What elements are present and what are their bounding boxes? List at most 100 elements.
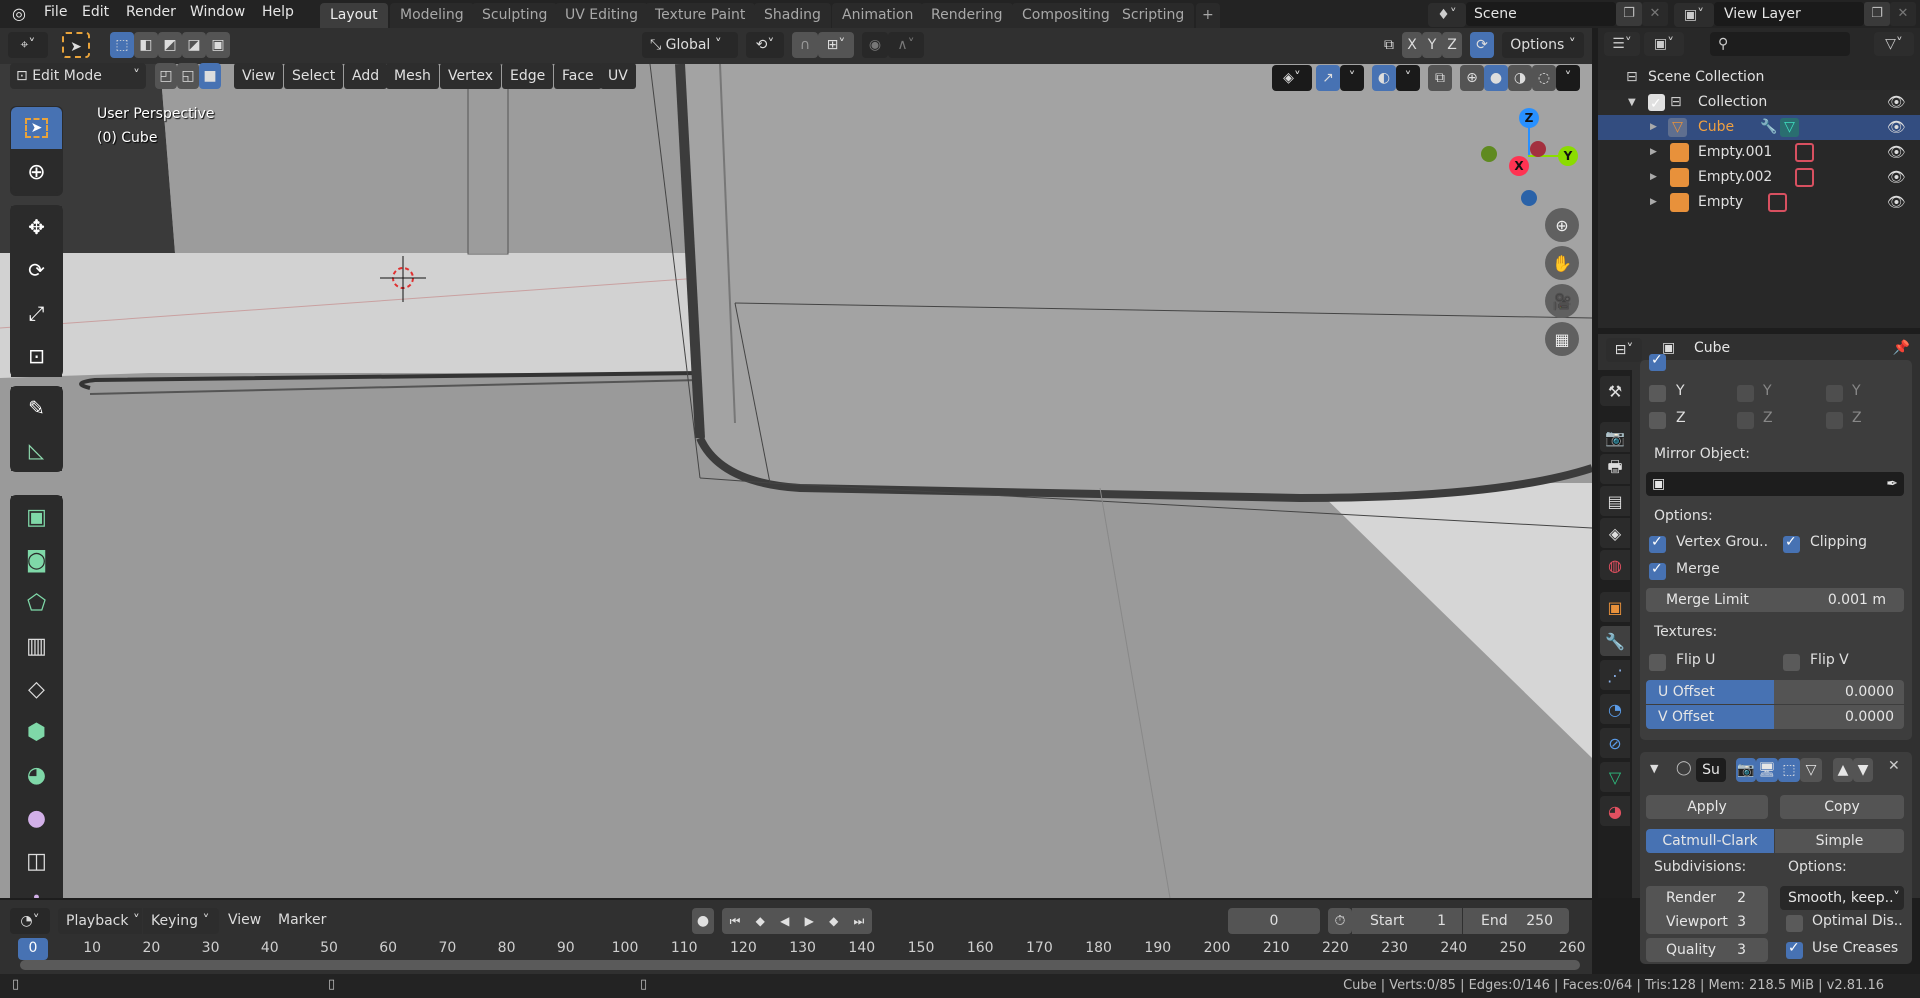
keying-menu[interactable]: Keying ˅ (143, 908, 219, 934)
show-on-cage-icon[interactable]: ▽ (1800, 758, 1822, 782)
face-select-mode-icon[interactable]: ■ (199, 63, 221, 89)
gizmo-y-axis[interactable]: Y (1558, 146, 1578, 166)
select-mode-invert-icon[interactable]: ◪ (182, 32, 206, 58)
merge-checkbox[interactable] (1649, 561, 1666, 580)
selectability-visibility-icon[interactable]: ◈˅ (1272, 65, 1312, 91)
image-empty-icon[interactable] (1795, 168, 1814, 187)
xray-toggle-icon[interactable]: ⧉ (1428, 65, 1452, 91)
snap-target-icon[interactable]: ⊞˅ (818, 32, 854, 58)
edge-slide-tool-icon[interactable]: ◫ (11, 840, 62, 882)
axis-y-toggle[interactable]: Y (1422, 32, 1442, 58)
mesh-data-icon[interactable]: ▽ (1780, 118, 1799, 137)
menu-file[interactable]: File (44, 4, 67, 20)
visibility-eye-icon[interactable]: 👁 (1887, 165, 1906, 190)
physics-tab-icon[interactable]: ◔ (1600, 694, 1630, 724)
scene-selector-icon[interactable]: ♦˅ (1428, 3, 1466, 27)
flip-u-checkbox[interactable] (1649, 654, 1666, 671)
menu-help[interactable]: Help (262, 4, 294, 20)
end-frame-field[interactable]: End 250 (1463, 908, 1569, 934)
timeline-scrollbar[interactable] (20, 960, 1580, 970)
copy-button[interactable]: Copy (1780, 795, 1904, 819)
mirror-toggle-icon[interactable]: ⧉ (1376, 32, 1402, 58)
gizmo-x-axis[interactable]: X (1509, 156, 1529, 176)
pin-icon[interactable]: 📌 (1893, 340, 1910, 356)
u-offset-slider[interactable]: U Offset 0.0000 (1646, 680, 1904, 704)
visibility-eye-icon[interactable]: 👁 (1887, 115, 1906, 140)
transform-orientation-dropdown[interactable]: ⤡ Global ˅ (642, 32, 738, 58)
eyedropper-icon[interactable]: ✒ (1886, 472, 1898, 496)
select-mode-extend-icon[interactable]: ◧ (134, 32, 158, 58)
select-tool-icon[interactable]: ➤ (62, 32, 90, 58)
outliner-editor-type-icon[interactable]: ☰˅ (1604, 32, 1640, 56)
clipping-checkbox[interactable] (1783, 534, 1800, 553)
tab-layout[interactable]: Layout (320, 3, 388, 28)
output-tab-icon[interactable]: 🖶 (1600, 454, 1630, 484)
tab-uv-editing[interactable]: UV Editing (555, 3, 649, 28)
loop-cut-tool-icon[interactable]: ▥ (11, 625, 62, 667)
move-down-icon[interactable]: ▼ (1853, 758, 1873, 782)
smooth-tool-icon[interactable]: ● (11, 797, 62, 839)
select-mode-intersect-icon[interactable]: ▣ (206, 32, 230, 58)
annotate-tool-icon[interactable]: ✎ (11, 387, 62, 429)
mirror-object-field[interactable]: ▣ ✒ (1646, 472, 1904, 496)
outliner-item-empty-001[interactable]: ▶ Empty.001 👁 (1598, 140, 1920, 165)
menu-window[interactable]: Window (190, 4, 245, 20)
axis-x-toggle[interactable]: X (1402, 32, 1422, 58)
options-dropdown[interactable]: Options ˅ (1502, 32, 1584, 58)
visibility-eye-icon[interactable]: 👁 (1887, 140, 1906, 165)
view-layer-tab-icon[interactable]: ▤ (1600, 486, 1630, 516)
measure-tool-icon[interactable]: ◺ (11, 429, 62, 471)
poly-build-tool-icon[interactable]: ⬢ (11, 711, 62, 753)
shading-dropdown-icon[interactable]: ˅ (1556, 65, 1580, 91)
proportional-falloff-icon[interactable]: ∧˅ (888, 32, 924, 58)
optimal-display-checkbox[interactable] (1786, 915, 1803, 932)
material-tab-icon[interactable]: ◕ (1600, 796, 1630, 826)
scene-tab-icon[interactable]: ◈ (1600, 518, 1630, 548)
tab-rendering[interactable]: Rendering (921, 3, 1013, 28)
playback-menu[interactable]: Playback ˅ (58, 908, 142, 934)
record-button[interactable]: ● (692, 908, 714, 934)
mode-dropdown[interactable]: ⊡ Edit Mode ˅ (10, 63, 146, 89)
transform-tool-icon[interactable]: ⊡ (11, 335, 62, 377)
overlays-dropdown-icon[interactable]: ˅ (1396, 65, 1420, 91)
timeline-editor-type-icon[interactable]: ◔˅ (10, 908, 50, 934)
select-box-tool-icon[interactable]: ➤ (11, 107, 62, 149)
mirror-axis-z-checkbox[interactable] (1649, 412, 1666, 429)
constraints-tab-icon[interactable]: ⊘ (1600, 728, 1630, 758)
image-empty-icon[interactable] (1768, 193, 1787, 212)
show-gizmo-icon[interactable]: ↗ (1316, 65, 1340, 91)
show-render-icon[interactable]: 📷 (1736, 758, 1756, 782)
flip-z-checkbox[interactable] (1826, 412, 1843, 429)
play-reverse-icon[interactable]: ◀ (780, 908, 789, 934)
bisect-y-checkbox[interactable] (1737, 385, 1754, 402)
menu-add[interactable]: Add (344, 63, 388, 89)
move-up-icon[interactable]: ▲ (1833, 758, 1853, 782)
solid-shading-icon[interactable]: ● (1484, 65, 1508, 91)
outliner-item-cube[interactable]: ▶ ▽ Cube 🔧 ▽ 👁 (1598, 115, 1920, 140)
knife-tool-icon[interactable]: ◇ (11, 668, 62, 710)
move-tool-icon[interactable]: ✥ (11, 206, 62, 248)
collapse-arrow-icon[interactable]: ▼ (1650, 762, 1658, 775)
add-workspace-button[interactable]: + (1196, 3, 1220, 28)
menu-uv[interactable]: UV (600, 63, 636, 89)
camera-view-icon[interactable]: 🎥 (1545, 284, 1579, 318)
apply-button[interactable]: Apply (1646, 795, 1768, 819)
tab-compositing[interactable]: Compositing (1012, 3, 1120, 28)
tab-scripting[interactable]: Scripting (1112, 3, 1195, 28)
start-frame-field[interactable]: Start 1 (1352, 908, 1462, 934)
gizmo-neg-x-axis[interactable] (1530, 141, 1546, 157)
gizmo-neg-y-axis[interactable] (1481, 146, 1497, 162)
play-icon[interactable]: ▶ (805, 908, 814, 934)
gizmo-neg-z-axis[interactable] (1521, 190, 1537, 206)
collection-checkbox[interactable] (1648, 92, 1665, 117)
bisect-z-checkbox[interactable] (1737, 412, 1754, 429)
show-editmode-icon[interactable]: ⬚ (1778, 758, 1800, 782)
remove-modifier-icon[interactable]: ✕ (1888, 758, 1900, 774)
tab-texture-paint[interactable]: Texture Paint (645, 3, 756, 28)
pivot-point-icon[interactable]: ⟲˅ (746, 32, 784, 58)
outliner-item-empty-002[interactable]: ▶ Empty.002 👁 (1598, 165, 1920, 190)
tool-tab-icon[interactable]: ⚒ (1600, 376, 1630, 406)
show-viewport-icon[interactable]: 🖥 (1756, 758, 1778, 782)
spin-tool-icon[interactable]: ◕ (11, 754, 62, 796)
gizmo-dropdown-icon[interactable]: ˅ (1340, 65, 1364, 91)
